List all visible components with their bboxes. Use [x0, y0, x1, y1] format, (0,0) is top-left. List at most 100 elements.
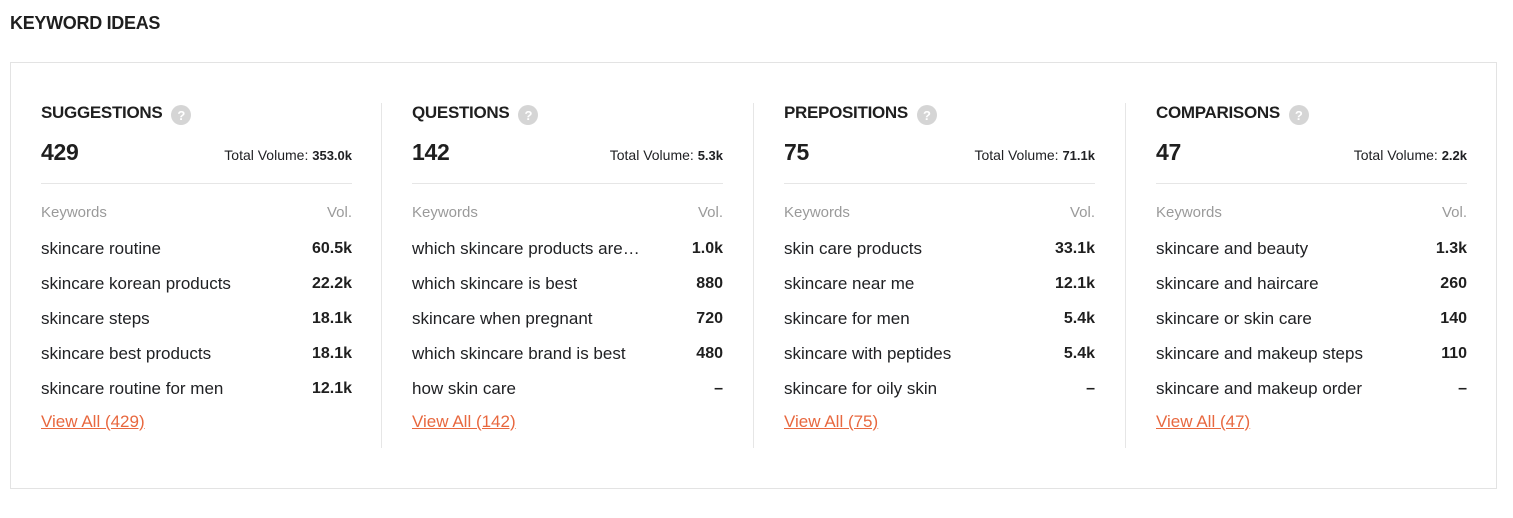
total-volume-value: 353.0k — [312, 148, 352, 163]
keyword-row[interactable]: skincare routine 60.5k — [41, 231, 352, 266]
volume-header: Vol. — [1441, 204, 1467, 221]
keyword-text: skincare best products — [41, 343, 212, 363]
total-volume-label: Total Volume: — [1353, 147, 1438, 163]
total-volume-value: 71.1k — [1062, 148, 1095, 163]
view-all-link[interactable]: View All (75) — [784, 412, 878, 432]
keyword-row[interactable]: how skin care – — [412, 371, 723, 406]
keyword-row[interactable]: skin care products 33.1k — [784, 231, 1095, 266]
keyword-row[interactable]: skincare and makeup order – — [1156, 371, 1467, 406]
volume-header: Vol. — [697, 204, 723, 221]
questions-column: QUESTIONS ? 142 Total Volume: 5.3k Keywo… — [412, 103, 723, 448]
keyword-row[interactable]: skincare for men 5.4k — [784, 301, 1095, 336]
keyword-text: skincare and haircare — [1156, 273, 1319, 293]
view-all-link[interactable]: View All (429) — [41, 412, 145, 432]
keyword-volume: 60.5k — [311, 239, 352, 257]
total-volume: Total Volume: 2.2k — [1354, 147, 1467, 163]
view-all-link[interactable]: View All (142) — [412, 412, 516, 432]
column-title: QUESTIONS — [412, 103, 510, 122]
volume-header: Vol. — [326, 204, 352, 221]
keyword-row[interactable]: skincare steps 18.1k — [41, 301, 352, 336]
keyword-volume: 5.4k — [1063, 309, 1095, 327]
keyword-text: skincare korean products — [41, 273, 231, 293]
keyword-row[interactable]: skincare and makeup steps 110 — [1156, 336, 1467, 371]
keyword-count: 429 — [41, 139, 79, 165]
keyword-row[interactable]: skincare routine for men 12.1k — [41, 371, 352, 406]
keyword-text: which skincare is best — [412, 273, 578, 293]
keyword-text: skincare when pregnant — [412, 308, 593, 328]
column-title: PREPOSITIONS — [784, 103, 908, 122]
keyword-text: skin care products — [784, 238, 922, 258]
keyword-text: how skin care — [412, 378, 516, 398]
keyword-volume: 1.3k — [1435, 239, 1467, 257]
keyword-volume: 140 — [1440, 309, 1467, 327]
total-volume-label: Total Volume: — [224, 147, 309, 163]
comparisons-column: COMPARISONS ? 47 Total Volume: 2.2k Keyw… — [1156, 103, 1467, 448]
keyword-row[interactable]: which skincare products are… 1.0k — [412, 231, 723, 266]
total-volume-value: 2.2k — [1441, 148, 1467, 163]
keyword-volume: – — [714, 379, 723, 397]
column-divider — [1125, 103, 1126, 448]
keywords-header: Keywords — [412, 204, 478, 221]
keyword-volume: 12.1k — [311, 379, 352, 397]
keyword-count: 142 — [412, 139, 450, 165]
keywords-header: Keywords — [41, 204, 107, 221]
total-volume: Total Volume: 5.3k — [610, 147, 723, 163]
keyword-volume: 480 — [696, 344, 723, 362]
keyword-volume: – — [1086, 379, 1095, 397]
total-volume-value: 5.3k — [697, 148, 723, 163]
keyword-text: which skincare brand is best — [412, 343, 626, 363]
help-icon[interactable]: ? — [1288, 105, 1309, 125]
column-title: COMPARISONS — [1156, 103, 1280, 122]
divider — [41, 183, 352, 184]
keyword-volume: 5.4k — [1063, 344, 1095, 362]
keyword-volume: 18.1k — [311, 309, 352, 327]
help-icon[interactable]: ? — [916, 105, 937, 125]
keyword-text: skincare routine for men — [41, 378, 224, 398]
keyword-text: skincare near me — [784, 273, 915, 293]
prepositions-column: PREPOSITIONS ? 75 Total Volume: 71.1k Ke… — [784, 103, 1095, 448]
total-volume: Total Volume: 71.1k — [975, 147, 1096, 163]
keyword-volume: 260 — [1440, 274, 1467, 292]
total-volume-label: Total Volume: — [609, 147, 694, 163]
keyword-text: skincare or skin care — [1156, 308, 1312, 328]
view-all-link[interactable]: View All (47) — [1156, 412, 1250, 432]
page-title: KEYWORD IDEAS — [10, 13, 161, 33]
column-divider — [381, 103, 382, 448]
keyword-row[interactable]: skincare and beauty 1.3k — [1156, 231, 1467, 266]
keyword-row[interactable]: skincare and haircare 260 — [1156, 266, 1467, 301]
keyword-text: skincare routine — [41, 238, 162, 258]
keyword-row[interactable]: skincare when pregnant 720 — [412, 301, 723, 336]
keywords-header: Keywords — [784, 204, 850, 221]
help-icon[interactable]: ? — [171, 105, 192, 125]
keyword-text: skincare and makeup order — [1156, 378, 1363, 398]
keyword-row[interactable]: skincare with peptides 5.4k — [784, 336, 1095, 371]
keyword-text: skincare for men — [784, 308, 910, 328]
keyword-volume: 12.1k — [1054, 274, 1095, 292]
keyword-text: skincare and beauty — [1156, 238, 1309, 258]
keyword-volume: 33.1k — [1054, 239, 1095, 257]
column-title: SUGGESTIONS — [41, 103, 163, 122]
keyword-volume: – — [1458, 379, 1467, 397]
keyword-volume: 110 — [1441, 344, 1467, 362]
keyword-count: 47 — [1156, 139, 1181, 165]
divider — [784, 183, 1095, 184]
keyword-row[interactable]: skincare near me 12.1k — [784, 266, 1095, 301]
keyword-row[interactable]: which skincare brand is best 480 — [412, 336, 723, 371]
column-divider — [753, 103, 754, 448]
keyword-row[interactable]: skincare for oily skin – — [784, 371, 1095, 406]
keyword-text: skincare with peptides — [784, 343, 952, 363]
suggestions-column: SUGGESTIONS ? 429 Total Volume: 353.0k K… — [41, 103, 352, 448]
keyword-row[interactable]: which skincare is best 880 — [412, 266, 723, 301]
total-volume-label: Total Volume: — [974, 147, 1059, 163]
keyword-row[interactable]: skincare or skin care 140 — [1156, 301, 1467, 336]
keyword-text: skincare for oily skin — [784, 378, 938, 398]
keyword-volume: 880 — [696, 274, 723, 292]
keyword-row[interactable]: skincare best products 18.1k — [41, 336, 352, 371]
keyword-row[interactable]: skincare korean products 22.2k — [41, 266, 352, 301]
keyword-volume: 22.2k — [311, 274, 352, 292]
help-icon[interactable]: ? — [518, 105, 539, 125]
keyword-text: which skincare products are… — [412, 238, 640, 258]
keyword-text: skincare steps — [41, 308, 150, 328]
keyword-text: skincare and makeup steps — [1156, 343, 1363, 363]
keyword-volume: 720 — [696, 309, 723, 327]
